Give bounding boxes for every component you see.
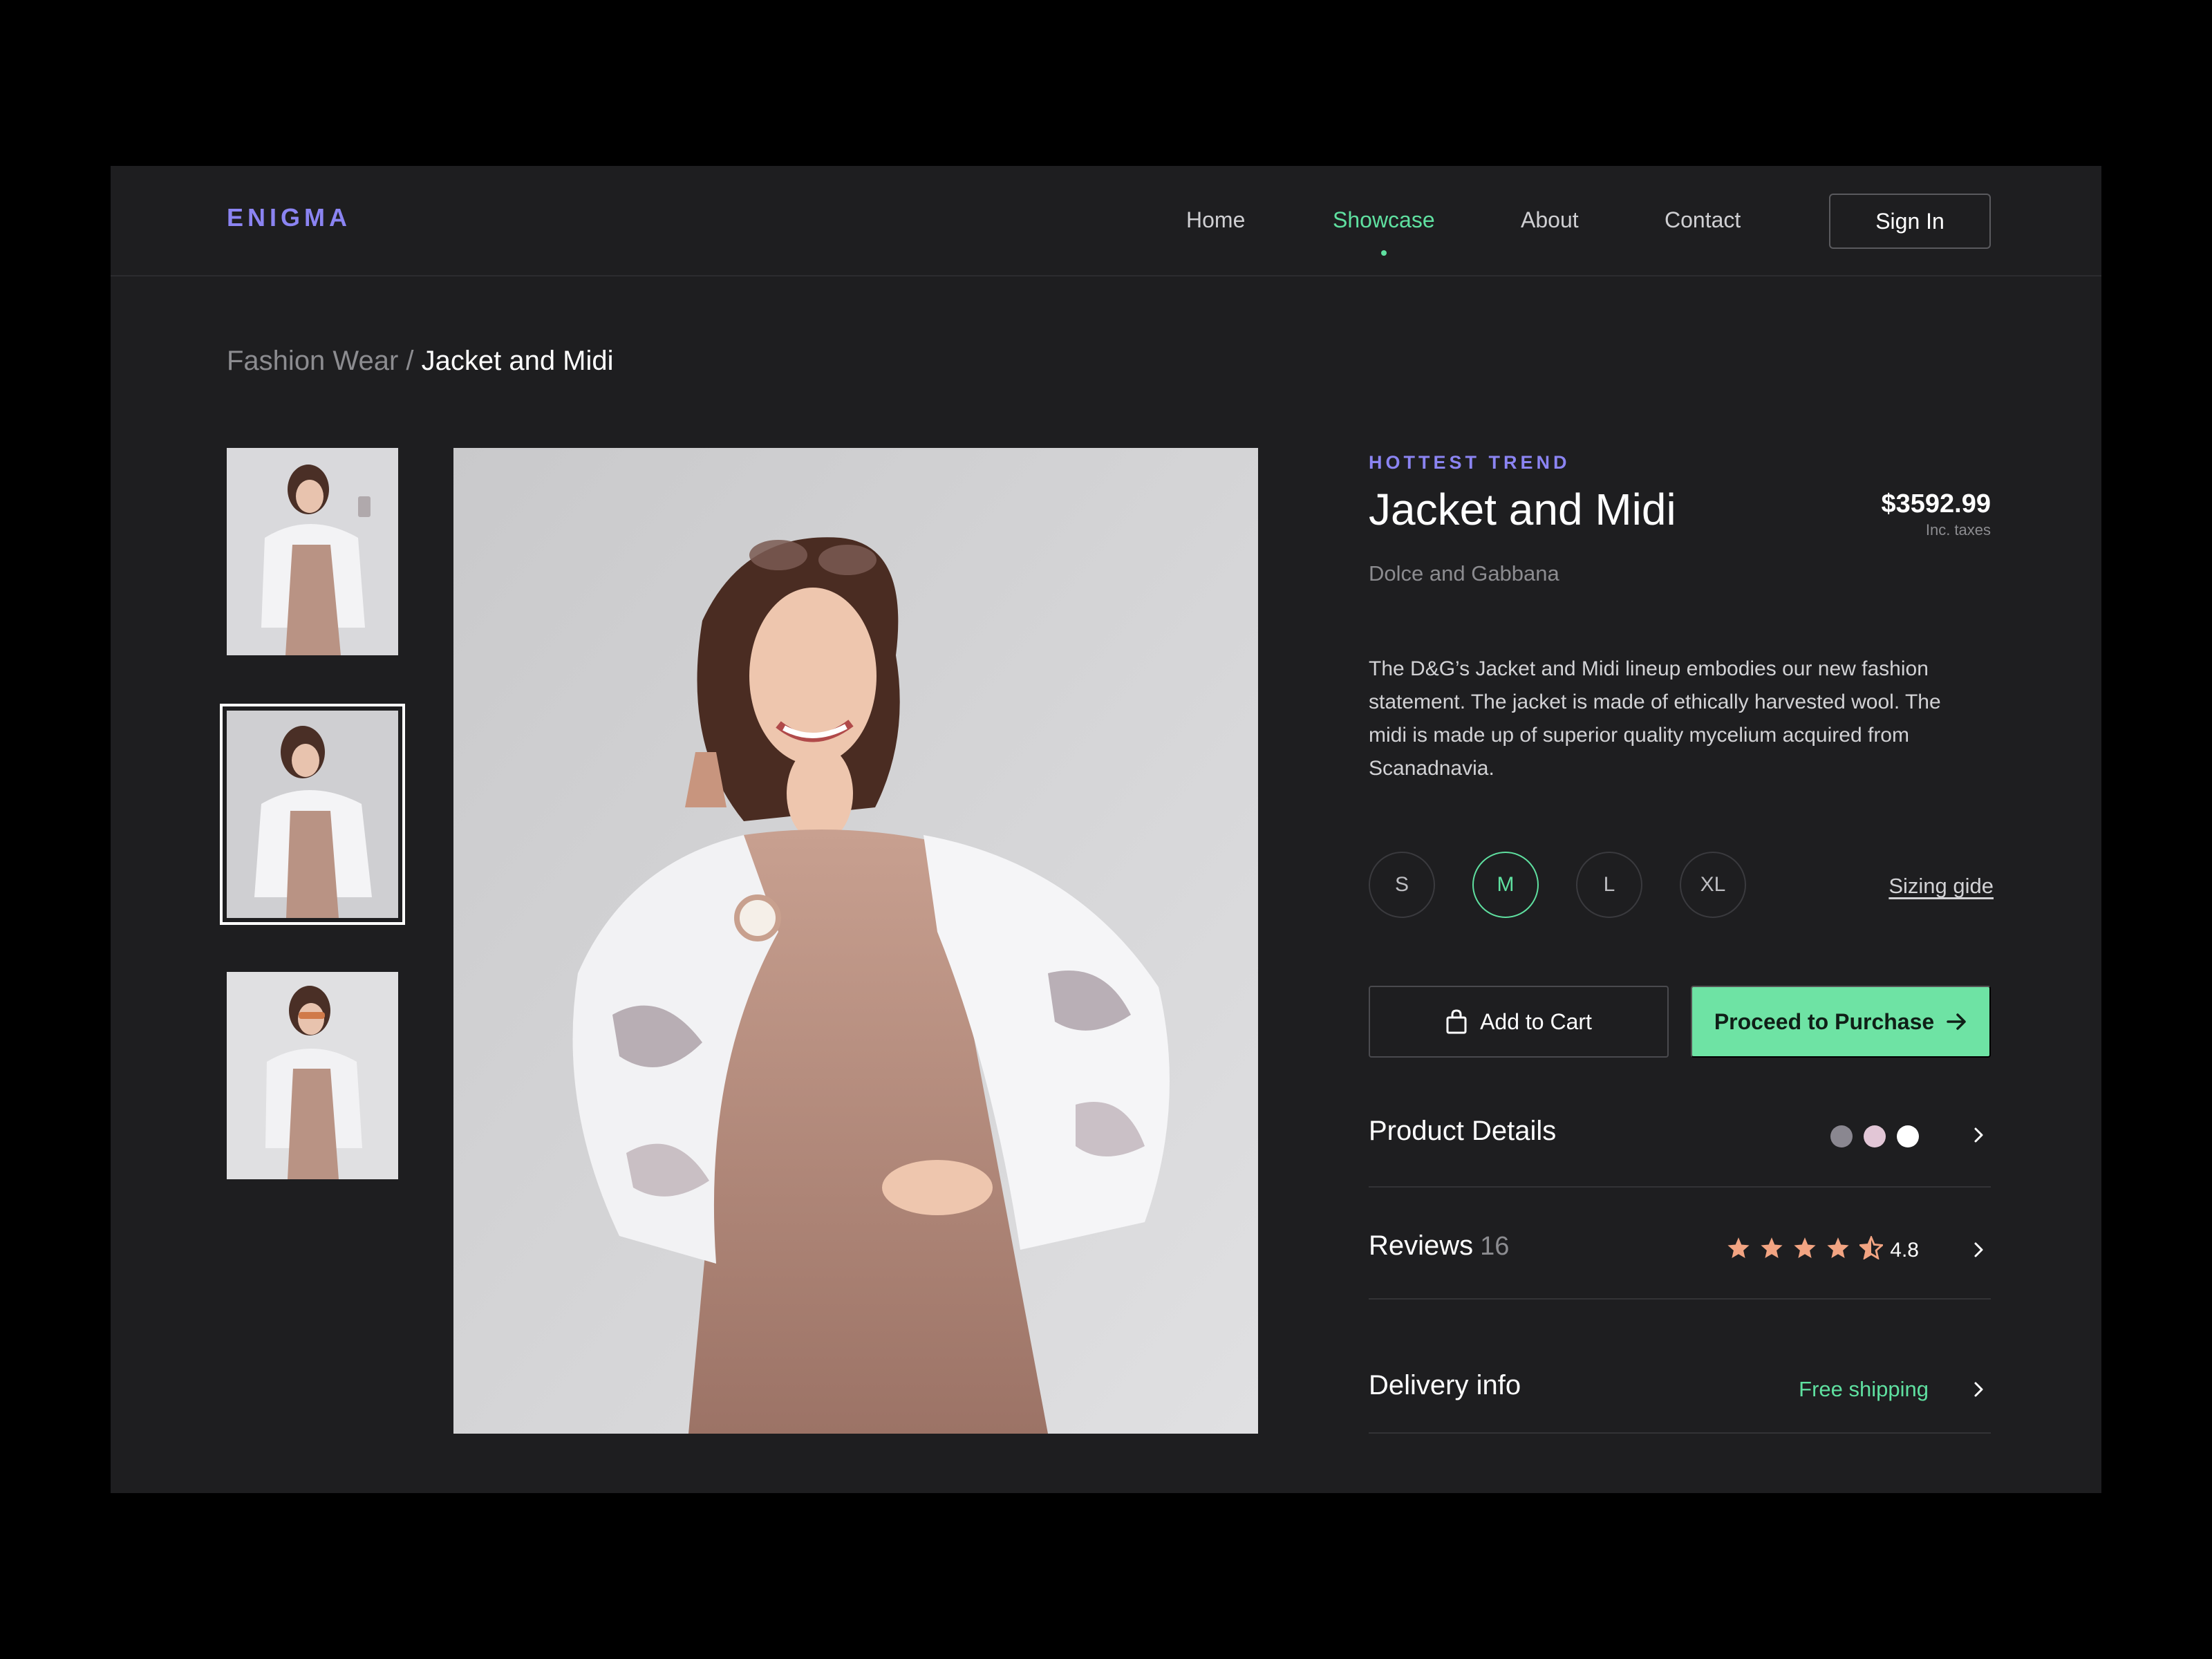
chevron-right-icon	[1974, 1127, 1983, 1143]
reviews-label: Reviews	[1369, 1230, 1474, 1261]
arrow-right-icon	[1947, 1013, 1966, 1030]
color-swatch-white[interactable]	[1897, 1125, 1919, 1147]
nav-item-home[interactable]: Home	[1186, 207, 1245, 233]
add-to-cart-button[interactable]: Add to Cart	[1369, 986, 1669, 1058]
photo-thumbnail-2-icon	[227, 711, 398, 918]
chevron-right-icon	[1974, 1242, 1983, 1257]
star-full-icon	[1827, 1237, 1849, 1259]
size-option-xl[interactable]: XL	[1680, 852, 1746, 918]
reviews-title: Reviews 16	[1369, 1230, 1509, 1262]
reviews-row[interactable]: Reviews 16 4.8	[1369, 1188, 1991, 1300]
app-window: ENIGMA Home Showcase About Contact Sign …	[111, 166, 2101, 1493]
chevron-right-icon	[1974, 1382, 1983, 1397]
photo-thumbnail-3-icon	[227, 972, 398, 1179]
gallery-thumbnail-1[interactable]	[227, 448, 398, 655]
rating-value: 4.8	[1890, 1239, 1919, 1262]
shopping-bag-icon	[1446, 1009, 1467, 1034]
product-photo-icon	[453, 448, 1258, 1434]
product-eyebrow-label: HOTTEST TREND	[1369, 452, 1571, 473]
rating-stars	[1727, 1236, 1883, 1259]
nav-item-showcase[interactable]: Showcase	[1333, 207, 1435, 233]
gallery-thumbnail-3[interactable]	[227, 972, 398, 1179]
size-option-s[interactable]: S	[1369, 852, 1435, 918]
proceed-to-purchase-button[interactable]: Proceed to Purchase	[1691, 986, 1991, 1058]
sign-in-button[interactable]: Sign In	[1829, 194, 1991, 249]
size-option-l[interactable]: L	[1576, 852, 1642, 918]
brand-logo[interactable]: ENIGMA	[227, 203, 351, 232]
product-details-row[interactable]: Product Details	[1369, 1085, 1991, 1188]
delivery-info-title: Delivery info	[1369, 1370, 1521, 1400]
product-details-title: Product Details	[1369, 1116, 1557, 1146]
breadcrumb-current: Jacket and Midi	[421, 346, 614, 376]
product-brand: Dolce and Gabbana	[1369, 561, 1559, 585]
color-swatch-grey[interactable]	[1830, 1125, 1853, 1147]
breadcrumb-parent[interactable]: Fashion Wear /	[227, 346, 422, 376]
top-nav-bar: ENIGMA Home Showcase About Contact Sign …	[111, 166, 2101, 276]
nav-item-contact[interactable]: Contact	[1665, 207, 1741, 233]
active-nav-indicator	[1381, 250, 1387, 256]
nav-item-about[interactable]: About	[1521, 207, 1579, 233]
size-option-m[interactable]: M	[1472, 852, 1539, 918]
reviews-count: 16	[1480, 1232, 1510, 1261]
price-tax-note: Inc. taxes	[1925, 521, 1991, 538]
breadcrumb: Fashion Wear / Jacket and Midi	[227, 346, 614, 377]
sizing-guide-link[interactable]: Sizing gide	[1888, 874, 1994, 899]
product-description: The D&G’s Jacket and Midi lineup embodie…	[1369, 657, 1941, 780]
product-main-image[interactable]	[453, 448, 1258, 1434]
star-full-icon	[1761, 1237, 1783, 1259]
add-to-cart-label: Add to Cart	[1480, 1009, 1592, 1034]
photo-thumbnail-1-icon	[227, 448, 398, 655]
product-title: Jacket and Midi	[1369, 485, 1676, 534]
star-full-icon	[1727, 1237, 1750, 1259]
delivery-status: Free shipping	[1799, 1377, 1929, 1401]
product-price: $3592.99	[1881, 489, 1991, 518]
purchase-label: Proceed to Purchase	[1714, 1009, 1935, 1034]
gallery-thumbnail-2[interactable]	[220, 704, 405, 925]
color-swatch-pink[interactable]	[1864, 1125, 1886, 1147]
delivery-info-row[interactable]: Delivery info Free shipping	[1369, 1300, 1991, 1434]
star-half-icon	[1859, 1236, 1883, 1259]
star-full-icon	[1794, 1237, 1816, 1259]
